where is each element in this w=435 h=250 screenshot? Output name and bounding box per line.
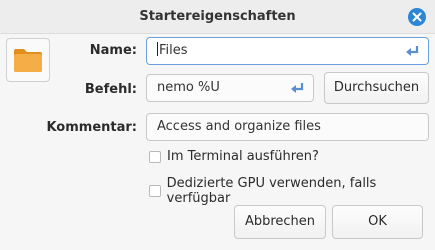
terminal-option-label: Im Terminal ausführen? bbox=[167, 149, 319, 164]
enter-icon[interactable] bbox=[404, 44, 420, 58]
enter-icon[interactable] bbox=[289, 81, 305, 95]
gpu-checkbox[interactable] bbox=[149, 185, 161, 197]
cancel-button[interactable]: Abbrechen bbox=[234, 205, 326, 239]
terminal-option[interactable]: Im Terminal ausführen? bbox=[149, 149, 319, 164]
window-title: Startereigenschaften bbox=[139, 9, 296, 24]
gpu-option-label: Dedizierte GPU verwenden, falls verfügba… bbox=[166, 176, 377, 206]
close-icon bbox=[412, 12, 422, 22]
command-label: Befehl: bbox=[84, 82, 137, 97]
launcher-icon-button[interactable] bbox=[6, 38, 50, 82]
gpu-option[interactable]: Dedizierte GPU verwenden, falls verfügba… bbox=[149, 176, 435, 206]
comment-input[interactable]: Access and organize files bbox=[146, 113, 429, 141]
terminal-checkbox[interactable] bbox=[149, 150, 161, 163]
name-input[interactable]: Files bbox=[146, 37, 429, 65]
close-button[interactable] bbox=[408, 8, 426, 26]
name-label: Name: bbox=[89, 43, 137, 58]
browse-button[interactable]: Durchsuchen bbox=[324, 72, 429, 104]
ok-button[interactable]: OK bbox=[332, 205, 423, 239]
title-bar: Startereigenschaften bbox=[0, 0, 435, 34]
text-cursor bbox=[157, 42, 158, 56]
comment-label: Kommentar: bbox=[46, 120, 137, 135]
command-value: nemo %U bbox=[157, 80, 220, 95]
folder-icon bbox=[14, 49, 42, 72]
command-input[interactable]: nemo %U bbox=[146, 74, 314, 102]
name-value: Files bbox=[159, 43, 188, 58]
comment-value: Access and organize files bbox=[157, 119, 321, 134]
